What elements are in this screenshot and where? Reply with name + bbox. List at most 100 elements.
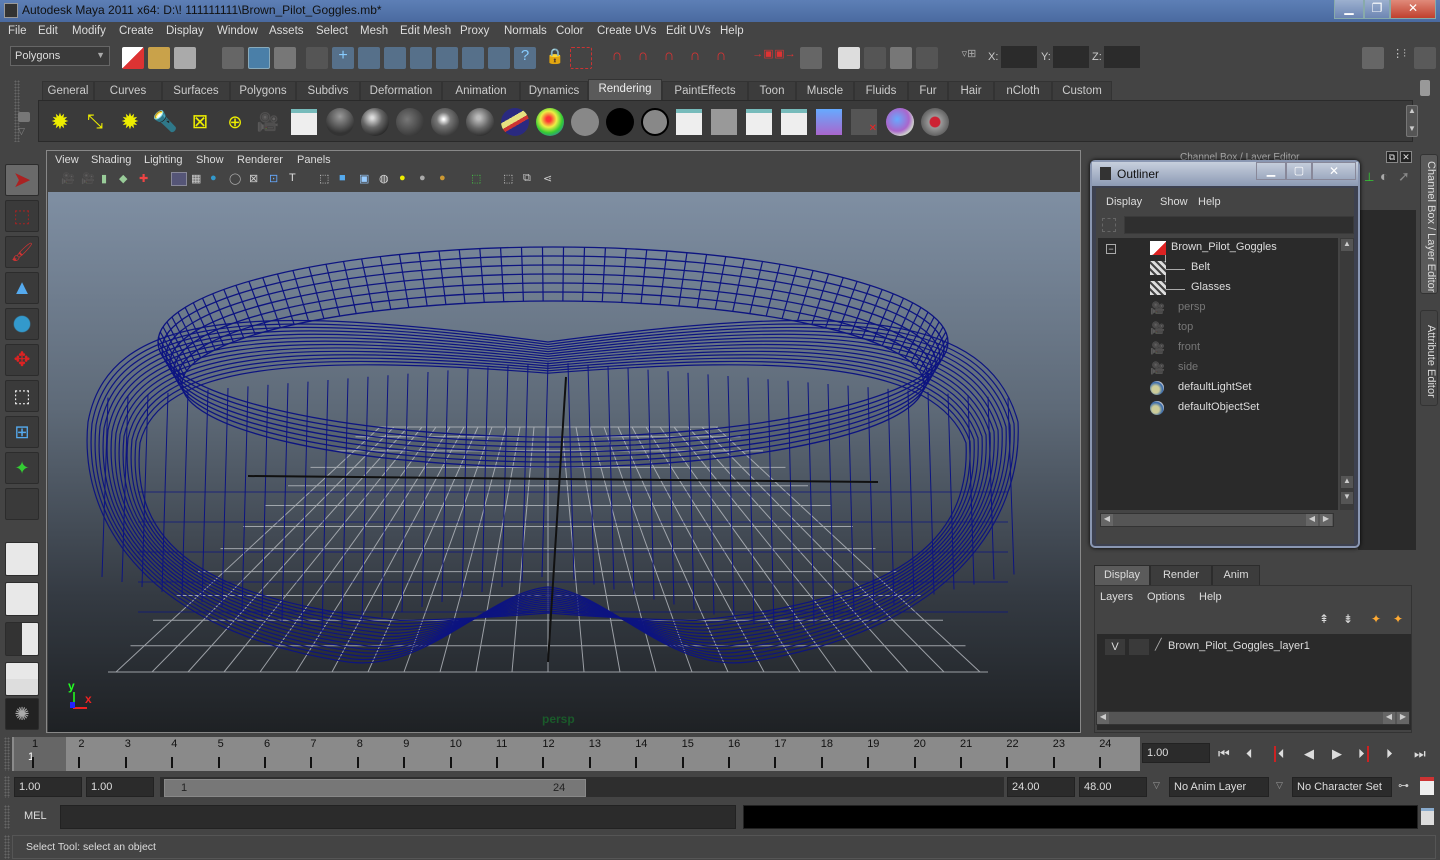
shelf-tab-fluids[interactable]: Fluids xyxy=(854,81,908,100)
light-linking-icon[interactable] xyxy=(816,109,842,135)
outliner-minimize-button[interactable]: ▁ xyxy=(1256,162,1286,180)
panel-menu-panels[interactable]: Panels xyxy=(297,154,331,166)
ambient-light-icon[interactable]: ✹ xyxy=(47,109,73,135)
shelf-tab-painteffects[interactable]: PaintEffects xyxy=(662,81,748,100)
phonge-icon[interactable] xyxy=(431,108,459,136)
universal-manipulator-icon[interactable]: ⬚ xyxy=(5,380,39,412)
outliner-search-input[interactable] xyxy=(1124,216,1354,234)
outliner-maximize-button[interactable]: ▢ xyxy=(1286,162,1312,180)
current-time-field[interactable] xyxy=(1142,743,1210,763)
end-time-field[interactable] xyxy=(1079,777,1147,797)
make-live-icon[interactable]: ∩ xyxy=(710,47,732,69)
menu-window[interactable]: Window xyxy=(217,25,258,37)
select-handles-icon[interactable]: + xyxy=(332,47,354,69)
snap-to-curves-icon[interactable]: ∩ xyxy=(632,47,654,69)
scroll-right-icon[interactable]: ▶ xyxy=(1320,514,1332,526)
outliner-persp-layout-icon[interactable] xyxy=(5,622,39,656)
xray-icon[interactable]: ⬚ xyxy=(503,172,513,185)
show-tool-settings-icon[interactable]: ⋮⫶ xyxy=(1388,47,1410,69)
tab-channel-box-layer-editor[interactable]: Channel Box / Layer Editor xyxy=(1420,154,1438,294)
output-ops-icon[interactable]: ▣→ xyxy=(774,47,796,69)
maya-logo-icon[interactable]: ✺ xyxy=(5,698,39,730)
shelf-tab-animation[interactable]: Animation xyxy=(442,81,520,100)
show-attribute-editor-icon[interactable] xyxy=(1362,47,1384,69)
textured-icon[interactable]: ◍ xyxy=(379,172,389,185)
wireframe-icon[interactable]: ⬚ xyxy=(319,172,329,185)
character-set-dropdown-icon[interactable]: ▽ xyxy=(1276,780,1283,791)
layer-menu-help[interactable]: Help xyxy=(1199,591,1222,603)
rotate-tool-icon[interactable] xyxy=(5,308,39,340)
x-input[interactable] xyxy=(1001,46,1037,68)
outliner-item[interactable]: defaultLightSet xyxy=(1178,381,1251,399)
create-empty-layer-icon[interactable]: ✦ xyxy=(1371,612,1381,626)
directional-light-icon[interactable]: ⤡ xyxy=(82,109,108,135)
snap-to-view-planes-icon[interactable]: ∩ xyxy=(684,47,706,69)
panel-menu-shading[interactable]: Shading xyxy=(91,154,131,166)
range-slider-handle[interactable]: 1 24 xyxy=(164,779,586,797)
channel-box-display-icon[interactable]: ⊥ xyxy=(1364,170,1374,184)
show-manipulator-icon[interactable]: ✦ xyxy=(5,452,39,484)
shelf-scroll-buttons[interactable]: ▲ ▼ xyxy=(1406,105,1418,137)
ipr-render-icon[interactable] xyxy=(711,109,737,135)
menu-file[interactable]: File xyxy=(8,25,27,37)
select-surfaces-icon[interactable] xyxy=(410,47,432,69)
new-scene-icon[interactable] xyxy=(122,47,144,69)
outliner-close-button[interactable]: ✕ xyxy=(1312,162,1356,180)
select-tool-icon[interactable]: ➤ xyxy=(5,164,39,196)
layer-tab-display[interactable]: Display xyxy=(1094,565,1150,585)
move-tool-icon[interactable]: ▲ xyxy=(5,272,39,304)
construction-history-icon[interactable] xyxy=(800,47,822,69)
layer-menu-layers[interactable]: Layers xyxy=(1100,591,1133,603)
y-input[interactable] xyxy=(1053,46,1089,68)
scroll-right-icon[interactable]: ▶ xyxy=(1397,712,1409,724)
playback-start-field[interactable] xyxy=(86,777,154,797)
shelf-tab-fur[interactable]: Fur xyxy=(908,81,948,100)
outliner-item[interactable]: side xyxy=(1178,361,1198,379)
single-perspective-layout-icon[interactable] xyxy=(5,542,39,576)
close-button[interactable]: ✕ xyxy=(1390,0,1436,19)
snap-to-grids-icon[interactable]: ∩ xyxy=(606,47,628,69)
shelf-menu-icon[interactable]: ▽ xyxy=(18,126,25,137)
panel-menu-view[interactable]: View xyxy=(55,154,79,166)
outliner-item[interactable]: Glasses xyxy=(1191,281,1231,299)
minimize-button[interactable]: ▁ xyxy=(1334,0,1364,19)
helpline-grip[interactable] xyxy=(4,835,10,859)
outliner-menu-display[interactable]: Display xyxy=(1106,196,1142,208)
outliner-item[interactable]: persp xyxy=(1178,301,1206,319)
restore-button[interactable]: ❐ xyxy=(1364,0,1390,19)
select-by-object-icon[interactable] xyxy=(248,47,270,69)
script-editor-icon[interactable] xyxy=(1421,808,1434,825)
batch-render-icon[interactable] xyxy=(746,109,772,135)
time-slider[interactable]: 1 12345678910111213141516171819202122232… xyxy=(12,737,1140,771)
close-panel-icon[interactable]: ✕ xyxy=(1400,151,1412,163)
input-field-mode-icon[interactable]: ▿⊞ xyxy=(958,47,980,69)
menu-display[interactable]: Display xyxy=(166,25,204,37)
film-gate-icon[interactable]: ▦ xyxy=(191,172,201,185)
menu-modify[interactable]: Modify xyxy=(72,25,106,37)
play-forwards-icon[interactable]: ▶ xyxy=(1332,746,1342,762)
four-view-layout-icon[interactable] xyxy=(5,582,39,616)
toon-shader-icon[interactable] xyxy=(641,108,669,136)
auto-key-icon[interactable]: ⊶ xyxy=(1398,779,1409,792)
volume-light-icon[interactable]: ⊕ xyxy=(222,109,248,135)
shelf-tab-deformation[interactable]: Deformation xyxy=(360,81,442,100)
camera-icon[interactable]: 🎥 xyxy=(255,109,281,135)
shelf-tab-menu-icon[interactable] xyxy=(18,112,30,122)
panel-menu-show[interactable]: Show xyxy=(196,154,224,166)
save-scene-icon[interactable] xyxy=(174,47,196,69)
menu-proxy[interactable]: Proxy xyxy=(460,25,489,37)
image-plane-icon[interactable]: ◆ xyxy=(119,172,127,185)
step-back-key-icon[interactable]: ⏴ xyxy=(1246,746,1253,762)
scroll-up-icon[interactable]: ▲ xyxy=(1341,476,1353,488)
outliner-vertical-scrollbar[interactable]: ▲ ▼ ▲ xyxy=(1340,238,1354,510)
paint-select-tool-icon[interactable]: 🖌 xyxy=(5,236,39,268)
tab-attribute-editor[interactable]: Attribute Editor xyxy=(1420,310,1438,406)
float-panel-icon[interactable]: ⧉ xyxy=(1386,151,1398,163)
all-lights-icon[interactable]: ● xyxy=(419,172,426,184)
snap-to-points-icon[interactable]: ∩ xyxy=(658,47,680,69)
shelf-tab-ncloth[interactable]: nCloth xyxy=(994,81,1052,100)
render-settings-icon[interactable] xyxy=(916,47,938,69)
select-curves-icon[interactable] xyxy=(384,47,406,69)
show-channel-box-icon[interactable] xyxy=(1414,47,1436,69)
layer-menu-options[interactable]: Options xyxy=(1147,591,1185,603)
